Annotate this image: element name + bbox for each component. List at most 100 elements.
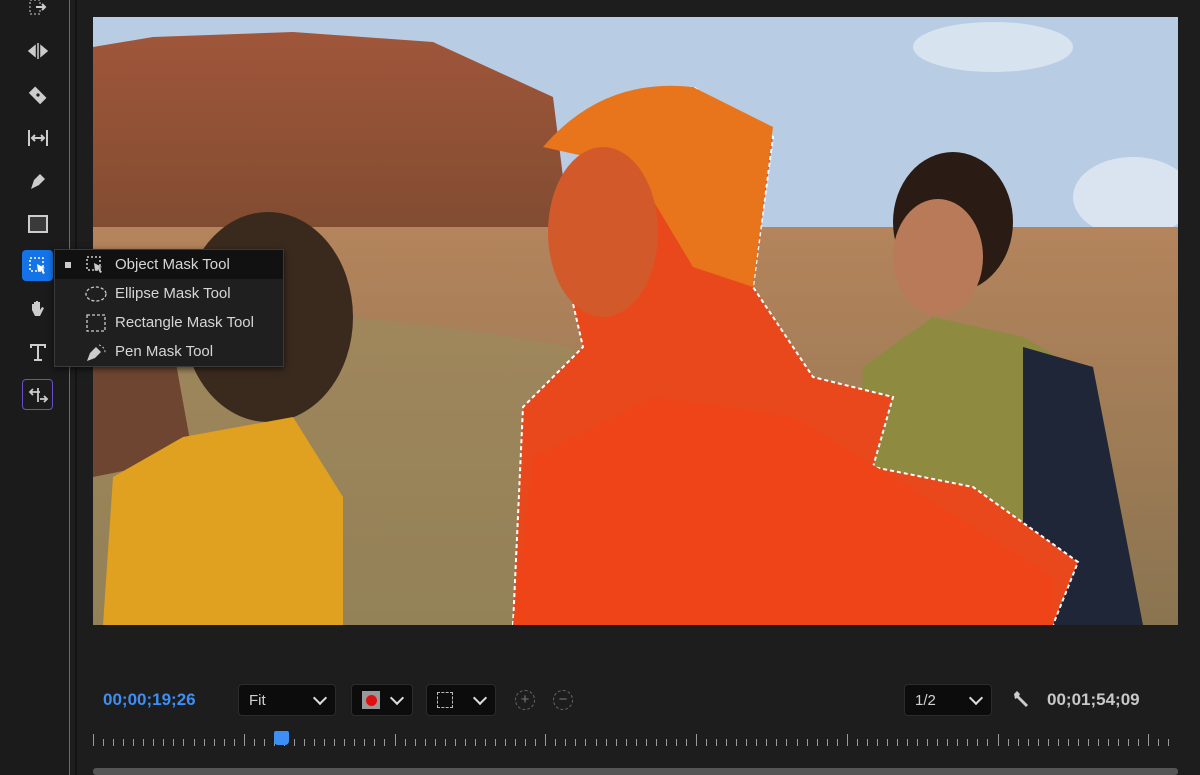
menu-item-pen-mask-tool[interactable]: Pen Mask Tool (55, 337, 283, 366)
ruler-tick (565, 739, 566, 746)
generative-extend-icon (27, 384, 49, 406)
time-ruler[interactable] (93, 730, 1173, 750)
rectangle-tool[interactable] (22, 208, 53, 239)
razor-icon (27, 84, 49, 106)
zoom-level-dropdown[interactable]: Fit (238, 684, 336, 716)
tools-panel (0, 0, 70, 775)
type-tool[interactable] (22, 336, 53, 367)
ruler-tick (897, 739, 898, 746)
ruler-tick (103, 739, 104, 746)
ruler-tick (304, 739, 305, 746)
chevron-down-icon (313, 690, 327, 704)
ruler-tick (998, 734, 999, 746)
ruler-tick (1018, 739, 1019, 746)
ruler-tick (786, 739, 787, 746)
zoom-in-button[interactable]: + (515, 690, 535, 710)
ruler-tick (646, 739, 647, 746)
chevron-down-icon (390, 690, 404, 704)
rectangle-mask-icon (85, 313, 107, 333)
ruler-tick (837, 739, 838, 746)
ruler-tick (957, 739, 958, 746)
playhead[interactable] (274, 731, 289, 745)
pen-tool[interactable] (22, 165, 53, 196)
ruler-tick (113, 739, 114, 746)
menu-item-ellipse-mask-tool[interactable]: Ellipse Mask Tool (55, 279, 283, 308)
ruler-tick (1138, 739, 1139, 746)
ripple-edit-tool[interactable] (22, 35, 53, 66)
chevron-down-icon (969, 690, 983, 704)
ruler-tick (133, 739, 134, 746)
mask-shape-dropdown[interactable] (426, 684, 496, 716)
rectangle-icon (27, 213, 49, 235)
ruler-tick (153, 739, 154, 746)
ruler-tick (415, 739, 416, 746)
ruler-tick (967, 739, 968, 746)
ruler-tick (1008, 739, 1009, 746)
ruler-tick (324, 739, 325, 746)
slip-tool[interactable] (22, 122, 53, 153)
ruler-tick (877, 739, 878, 746)
menu-item-label: Rectangle Mask Tool (115, 314, 254, 331)
ruler-tick (525, 739, 526, 746)
ruler-tick (746, 739, 747, 746)
resolution-dropdown[interactable]: 1/2 (904, 684, 992, 716)
ruler-tick (1028, 739, 1029, 746)
ruler-tick (445, 739, 446, 746)
ruler-tick (1098, 739, 1099, 746)
zoom-out-button[interactable]: − (553, 690, 573, 710)
menu-item-object-mask-tool[interactable]: Object Mask Tool (55, 250, 283, 279)
selected-bullet (65, 262, 71, 268)
ruler-tick (626, 739, 627, 746)
ruler-tick (505, 739, 506, 746)
mask-overlay-dropdown[interactable] (351, 684, 413, 716)
current-timecode[interactable]: 00;00;19;26 (103, 690, 196, 710)
zoom-scrollbar[interactable] (93, 768, 1178, 775)
ruler-tick (766, 739, 767, 746)
generative-extend-tool[interactable] (22, 379, 53, 410)
panel-divider[interactable] (75, 0, 77, 775)
duration-timecode: 00;01;54;09 (1047, 690, 1140, 710)
ruler-tick (1068, 739, 1069, 746)
menu-item-label: Pen Mask Tool (115, 343, 213, 360)
ruler-tick (214, 739, 215, 746)
monitor-controls: 00;00;19;26 Fit + − 1/2 00;01;54;09 (93, 680, 1178, 720)
ruler-tick (1048, 739, 1049, 746)
ruler-tick (907, 739, 908, 746)
track-select-forward-tool[interactable] (22, 0, 53, 23)
object-mask-tool[interactable] (22, 250, 53, 281)
dashed-rect-icon (437, 692, 453, 708)
ruler-tick (606, 739, 607, 746)
ruler-tick (575, 739, 576, 746)
mask-tool-flyout-menu: Object Mask Tool Ellipse Mask Tool Recta… (54, 249, 284, 367)
ruler-tick (937, 739, 938, 746)
chevron-down-icon (473, 690, 487, 704)
ruler-tick (1078, 739, 1079, 746)
menu-item-label: Object Mask Tool (115, 256, 230, 273)
ruler-tick (224, 739, 225, 746)
ruler-tick (123, 739, 124, 746)
settings-wrench-icon[interactable] (1011, 689, 1031, 714)
ruler-tick (666, 739, 667, 746)
ruler-tick (585, 739, 586, 746)
hand-tool[interactable] (22, 293, 53, 324)
ruler-tick (827, 739, 828, 746)
ruler-tick (706, 739, 707, 746)
ruler-tick (204, 739, 205, 746)
ruler-tick (947, 739, 948, 746)
overlay-color-icon (362, 691, 380, 709)
object-mask-icon (85, 255, 107, 275)
menu-item-rectangle-mask-tool[interactable]: Rectangle Mask Tool (55, 308, 283, 337)
ruler-tick (395, 734, 396, 746)
ruler-tick (314, 739, 315, 746)
ruler-tick (485, 739, 486, 746)
ruler-tick (1118, 739, 1119, 746)
razor-tool[interactable] (22, 79, 53, 110)
menu-item-label: Ellipse Mask Tool (115, 285, 231, 302)
ruler-tick (163, 739, 164, 746)
ruler-tick (435, 739, 436, 746)
ruler-tick (726, 739, 727, 746)
ripple-edit-icon (27, 40, 49, 62)
object-mask-icon (27, 255, 49, 277)
ruler-tick (807, 739, 808, 746)
ruler-tick (656, 739, 657, 746)
